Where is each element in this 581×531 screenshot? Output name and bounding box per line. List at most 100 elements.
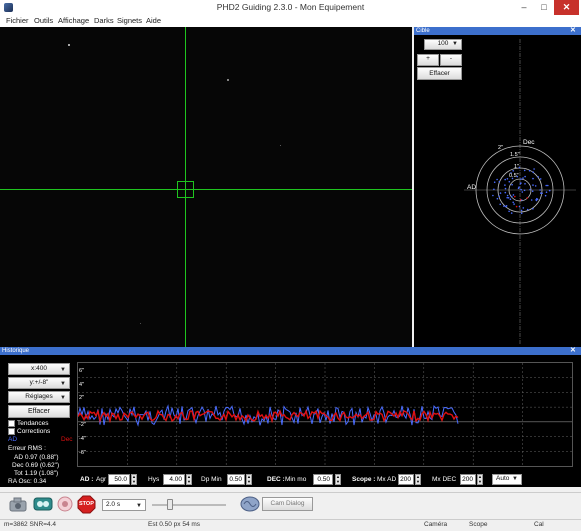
scatter-point [541,192,543,195]
gamma-slider-track[interactable] [152,504,226,506]
hys-input[interactable]: 4.00 [163,474,185,485]
camera-icon[interactable] [9,497,27,512]
window-title: PHD2 Guiding 2.3.0 - Mon Equipement [216,2,365,12]
dpmin-spinner[interactable]: ▲ ▼ [246,474,252,485]
mxdec-input[interactable]: 200 [460,474,476,485]
scatter-point [499,192,502,194]
cam-dialog-button[interactable]: Cam Dialog [262,497,313,511]
mxdec-spinner[interactable]: ▲ ▼ [477,474,483,485]
y-tick-label: 2" [79,395,85,401]
scatter-point [520,188,522,191]
menu-darks[interactable]: Darks [94,16,114,25]
corrections-checkbox[interactable] [8,428,15,435]
trends-checkbox[interactable] [8,420,15,427]
exposure-value: 2.0 s [106,501,121,508]
agr-input[interactable]: 50.0 [108,474,130,485]
scatter-point [493,181,496,183]
scatter-point [526,197,529,199]
menu-outils[interactable]: Outils [34,16,53,25]
guide-icon[interactable] [57,496,73,512]
y-tick-label: -4" [79,436,86,442]
gamma-slider-thumb[interactable] [167,499,173,510]
scatter-point [504,184,506,186]
scatter-point [530,199,533,201]
scope-controls-label: Scope : [352,476,376,483]
scatter-point [533,168,535,170]
chevron-down-icon: ▼ [60,395,66,401]
y-tick-label: -2" [79,422,86,428]
mode-select[interactable]: Auto ▼ [492,474,522,485]
star [68,44,70,46]
dpmin-input[interactable]: 0.50 [227,474,245,485]
minmo-label: Min mo [285,476,307,483]
ring-label: 1.5" [510,152,520,158]
brain-icon[interactable] [240,496,260,512]
scatter-point [521,191,524,193]
scatter-point [520,182,522,184]
scatter-point [493,188,495,191]
scatter-point [544,194,547,197]
scatter-point [513,203,515,205]
scatter-point [520,209,523,212]
chevron-down-icon: ▼ [60,381,66,387]
ad-legend: AD [8,436,18,443]
mxad-spinner[interactable]: ▲ ▼ [415,474,421,485]
scatter-point [498,195,500,197]
camera-view[interactable] [0,27,412,347]
scatter-point [512,201,514,204]
chevron-down-icon: ▼ [136,503,142,509]
scatter-point [528,169,531,172]
trends-label: Tendances [17,420,49,427]
history-panel-title: Historique [2,348,30,354]
scatter-point [503,205,505,207]
scatter-point [522,177,524,179]
scatter-point [532,208,534,210]
exposure-select[interactable]: 2.0 s ▼ [102,499,146,511]
status-scope: Scope [469,521,488,528]
scatter-point [515,205,518,208]
target-panel: Cible ✕ 100 ▼ + - Effacer Dec AD 2" 1.5"… [414,27,581,347]
scatter-point [499,203,501,206]
history-clear-button[interactable]: Effacer [8,405,70,418]
y-tick-label: 4" [79,382,85,388]
mxdec-label: Mx DEC [432,476,457,483]
loop-icon[interactable] [33,496,53,512]
minimize-button[interactable]: – [514,0,534,15]
minmo-input[interactable]: 0.50 [313,474,333,485]
scatter-point [511,183,513,186]
scatter-point [509,198,512,200]
history-panel-header: Historique [0,347,581,355]
y-tick-label: 6" [79,368,85,374]
history-close-icon[interactable]: ✕ [570,346,576,354]
hys-spinner[interactable]: ▲ ▼ [186,474,192,485]
menu-signets[interactable]: Signets [117,16,142,25]
menu-aide[interactable]: Aide [146,16,161,25]
agr-spinner[interactable]: ▲ ▼ [131,474,137,485]
scatter-point [504,187,507,190]
scatter-point [508,210,510,213]
y-tick-label: -6" [79,450,86,456]
settings-select[interactable]: Réglages ▼ [8,391,70,403]
scatter-point [545,191,548,193]
scatter-point [520,178,522,180]
scatter-point [504,178,506,181]
close-button[interactable]: ✕ [554,0,579,15]
x-scale-value: x:400 [31,365,47,372]
x-scale-select[interactable]: x:400 ▼ [8,363,70,375]
scatter-point [518,205,521,208]
y-scale-select[interactable]: y:+/-8" ▼ [8,377,70,389]
scatter-point [520,212,523,215]
minmo-spinner[interactable]: ▲ ▼ [335,474,341,485]
menu-fichier[interactable]: Fichier [6,16,29,25]
chevron-down-icon: ▼ [60,367,66,373]
rms-ad: AD 0.97 (0.88") [14,454,59,461]
maximize-button[interactable]: □ [535,0,553,15]
mode-value: Auto [496,475,510,482]
mxad-input[interactable]: 200 [398,474,414,485]
scatter-point [496,197,499,200]
scatter-point [512,170,514,172]
scatter-point [532,184,534,186]
scatter-point [545,184,547,187]
menu-affichage[interactable]: Affichage [58,16,89,25]
corrections-label: Corrections [17,428,51,435]
